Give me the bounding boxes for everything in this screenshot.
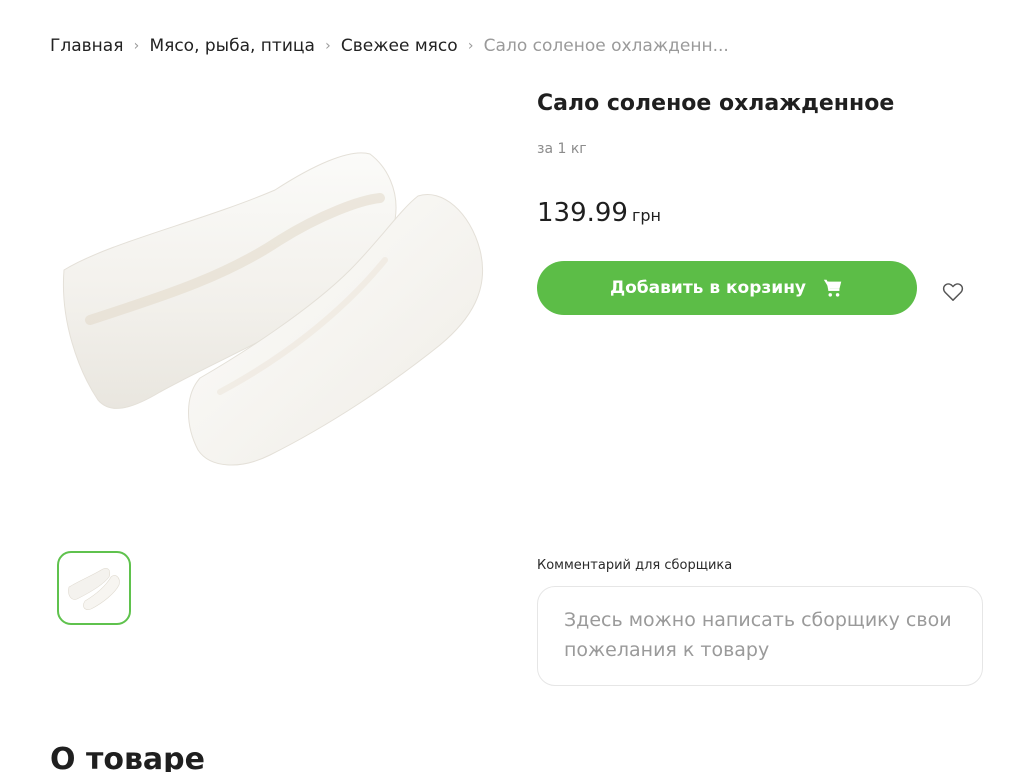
breadcrumb-fresh-meat[interactable]: Свежее мясо [341, 36, 458, 56]
breadcrumb-home[interactable]: Главная [50, 36, 123, 56]
comment-label: Комментарий для сборщика [537, 558, 733, 573]
breadcrumb: Главная › Мясо, рыба, птица › Свежее мяс… [50, 36, 729, 56]
product-price: 139.99 грн [537, 198, 661, 228]
chevron-right-icon: › [325, 38, 331, 54]
price-currency: грн [631, 206, 662, 225]
product-unit: за 1 кг [537, 141, 587, 157]
breadcrumb-meat-fish-poultry[interactable]: Мясо, рыба, птица [149, 36, 314, 56]
salo-thumbnail-image [68, 568, 120, 610]
add-to-cart-label: Добавить в корзину [609, 278, 807, 298]
chevron-right-icon: › [467, 38, 474, 54]
comment-textarea[interactable] [537, 586, 983, 686]
heart-icon[interactable] [940, 280, 966, 304]
product-image [50, 130, 495, 480]
cart-icon [822, 277, 844, 299]
product-title: Сало соленое охлажденное [537, 91, 895, 116]
about-heading: О товаре [50, 742, 205, 772]
price-value: 139.99 [537, 198, 628, 228]
product-thumbnail[interactable] [57, 551, 131, 625]
chevron-right-icon: › [133, 38, 140, 54]
product-page: Главная › Мясо, рыба, птица › Свежее мяс… [0, 0, 1024, 772]
salo-product-image [62, 152, 484, 466]
breadcrumb-current: Сало соленое охлажденн... [483, 36, 729, 56]
add-to-cart-button[interactable]: Добавить в корзину [537, 261, 917, 315]
